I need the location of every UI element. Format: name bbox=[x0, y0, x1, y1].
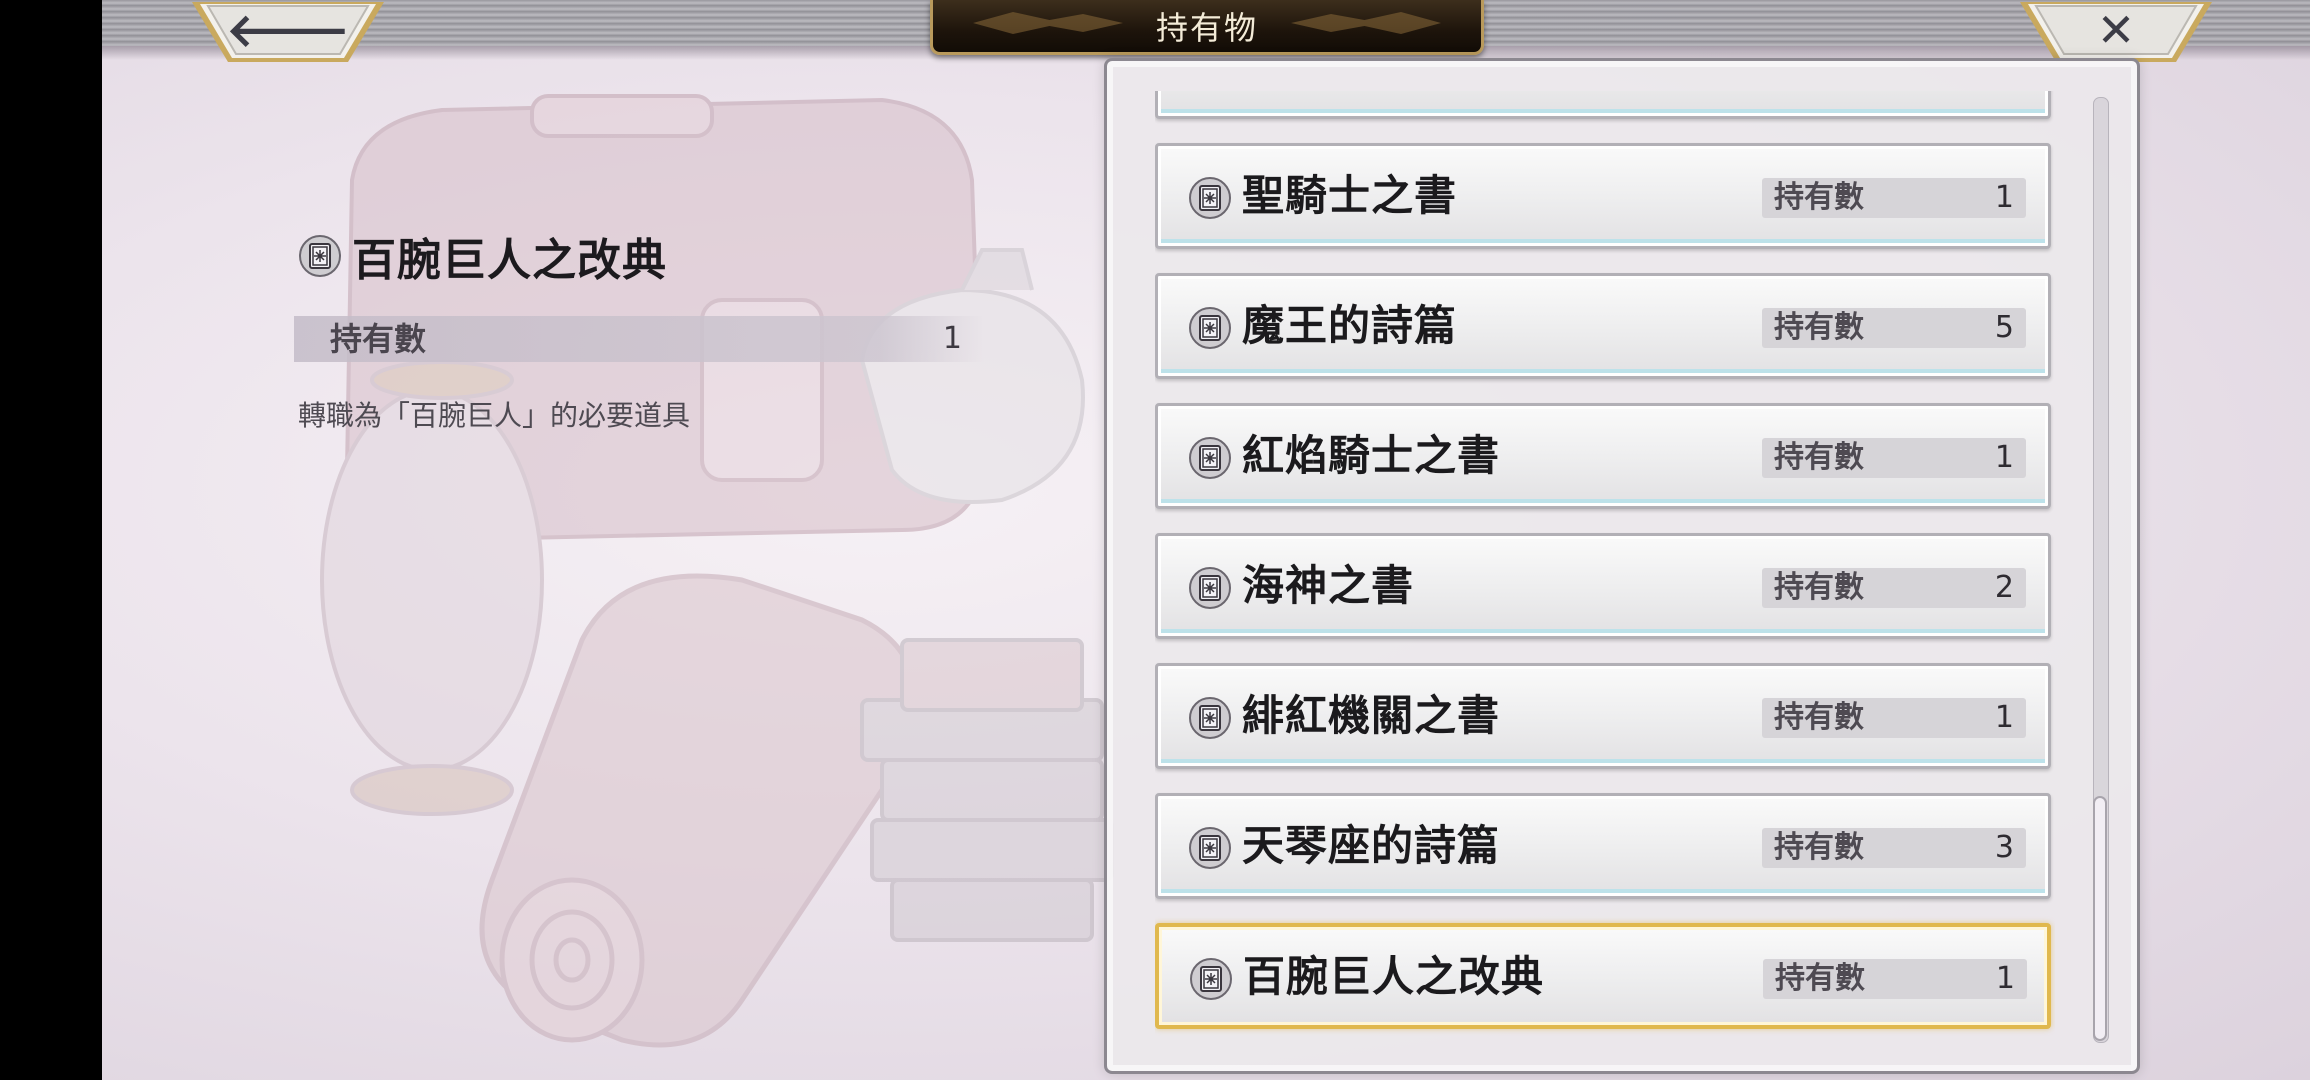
item-quantity-label: 持有數 bbox=[1774, 570, 1864, 605]
item-quantity-box: 持有數 1 bbox=[1762, 698, 2026, 738]
item-quantity-box: 持有數 5 bbox=[1762, 308, 2026, 348]
item-quantity-value: 1 bbox=[1994, 180, 2014, 215]
item-quantity-label: 持有數 bbox=[1774, 180, 1864, 215]
item-quantity-label: 持有數 bbox=[1774, 310, 1864, 345]
item-list-panel[interactable]: 持有數 聖騎士之書 持有數 1 魔王的詩篇 持有數 5 bbox=[1104, 58, 2140, 1074]
item-quantity-box: 持有數 1 bbox=[1762, 178, 2026, 218]
selected-item-header: 百腕巨人之改典 bbox=[298, 226, 667, 286]
item-quantity-box: 持有數 1 bbox=[1762, 438, 2026, 478]
book-icon bbox=[1189, 307, 1231, 349]
selected-item-quantity-bar: 持有數 1 bbox=[294, 316, 984, 362]
item-row[interactable]: 紅焰騎士之書 持有數 1 bbox=[1155, 403, 2051, 509]
item-inventory-screen: 🡐 ✕ 持有物 百腕巨人之改典 持有數 1 轉職為「百腕巨人」的必要道具 聖騎士… bbox=[102, 0, 2310, 1080]
item-quantity-label: 持有數 bbox=[1775, 961, 1865, 996]
item-name: 天琴座的詩篇 bbox=[1242, 821, 1501, 870]
item-quantity-value: 2 bbox=[1994, 570, 2014, 605]
item-quantity-label: 持有數 bbox=[1774, 830, 1864, 865]
item-quantity-value: 3 bbox=[1994, 830, 2014, 865]
item-name: 緋紅機關之書 bbox=[1242, 691, 1501, 740]
selected-item-name: 百腕巨人之改典 bbox=[352, 235, 667, 286]
item-quantity-label: 持有數 bbox=[1774, 440, 1864, 475]
item-quantity-label: 持有數 bbox=[1774, 700, 1864, 735]
screen-title-plate: 持有物 bbox=[930, 0, 1484, 55]
item-name: 海神之書 bbox=[1242, 561, 1415, 610]
item-quantity-value: 1 bbox=[1994, 440, 2014, 475]
item-row[interactable]: 魔王的詩篇 持有數 5 bbox=[1155, 273, 2051, 379]
book-icon bbox=[1189, 567, 1231, 609]
item-quantity-box: 持有數 3 bbox=[1762, 828, 2026, 868]
background-illustration bbox=[320, 94, 1114, 1048]
quantity-label: 持有數 bbox=[330, 320, 427, 358]
close-icon: ✕ bbox=[2096, 3, 2136, 57]
item-quantity-box: 持有數 2 bbox=[1762, 568, 2026, 608]
item-name: 聖騎士之書 bbox=[1242, 171, 1458, 220]
item-row[interactable]: 緋紅機關之書 持有數 1 bbox=[1155, 663, 2051, 769]
item-name: 魔王的詩篇 bbox=[1242, 301, 1458, 350]
close-button[interactable]: ✕ bbox=[2018, 0, 2214, 64]
item-row[interactable]: 天琴座的詩篇 持有數 3 bbox=[1155, 793, 2051, 899]
book-icon bbox=[1189, 177, 1231, 219]
item-name: 紅焰騎士之書 bbox=[1242, 431, 1501, 480]
back-button[interactable]: 🡐 bbox=[190, 0, 386, 64]
game-viewport: 🡐 ✕ 持有物 百腕巨人之改典 持有數 1 轉職為「百腕巨人」的必要道具 聖騎士… bbox=[0, 0, 2310, 1080]
screen-title: 持有物 bbox=[1155, 9, 1258, 47]
scrollbar-thumb[interactable] bbox=[2093, 796, 2107, 1041]
item-quantity-value: 5 bbox=[1994, 310, 2014, 345]
item-quantity-box: 持有數 1 bbox=[1763, 959, 2027, 999]
book-icon bbox=[1189, 697, 1231, 739]
item-row[interactable]: 聖騎士之書 持有數 1 bbox=[1155, 143, 2051, 249]
item-quantity-value: 1 bbox=[1994, 700, 2014, 735]
quantity-value: 1 bbox=[942, 321, 962, 356]
item-list[interactable]: 持有數 聖騎士之書 持有數 1 魔王的詩篇 持有數 5 bbox=[1155, 91, 2055, 1080]
book-icon bbox=[1190, 958, 1232, 1000]
item-name: 百腕巨人之改典 bbox=[1243, 952, 1545, 1001]
item-row[interactable]: 海神之書 持有數 2 bbox=[1155, 533, 2051, 639]
book-icon bbox=[1189, 827, 1231, 869]
item-quantity-value: 1 bbox=[1995, 961, 2015, 996]
item-row[interactable]: 持有數 bbox=[1155, 91, 2051, 119]
selected-item-description: 轉職為「百腕巨人」的必要道具 bbox=[298, 399, 691, 432]
book-icon bbox=[299, 235, 341, 277]
book-icon bbox=[1189, 437, 1231, 479]
arrow-left-icon: 🡐 bbox=[226, 3, 350, 57]
item-row-selected[interactable]: 百腕巨人之改典 持有數 1 bbox=[1155, 923, 2051, 1029]
